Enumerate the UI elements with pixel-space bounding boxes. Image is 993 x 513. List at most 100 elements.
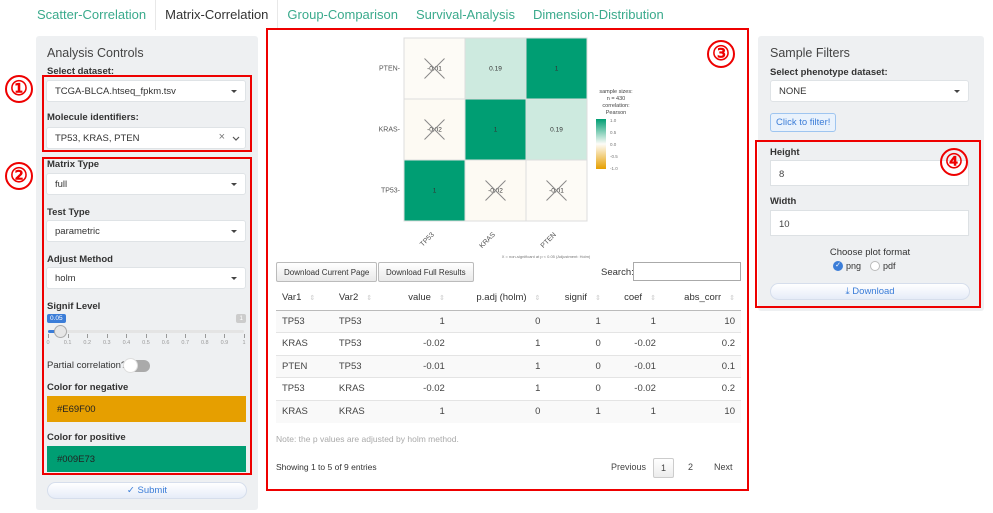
search-input[interactable] <box>633 262 741 281</box>
heatmap-cell-label: 0.19 <box>489 66 502 73</box>
column-header[interactable]: signif ⇕ <box>546 286 607 311</box>
table-cell: 0 <box>546 354 607 378</box>
table-cell: TP53 <box>332 309 390 333</box>
column-header[interactable]: abs_corr ⇕ <box>661 286 741 311</box>
dataset-select[interactable]: TCGA-BLCA.htseq_fpkm.tsv <box>46 80 246 102</box>
pos-color-picker[interactable]: #009E73 <box>47 446 246 472</box>
table-cell: TP53 <box>332 354 390 378</box>
tab-survival-analysis[interactable]: Survival-Analysis <box>407 0 524 30</box>
pagination-page-1[interactable]: 1 <box>653 458 675 478</box>
slider-ticks: 0 0.1 0.2 0.3 0.4 0.5 0.6 0.7 0.8 0.9 1 <box>46 334 246 350</box>
matrix-type-select[interactable]: full <box>46 173 246 195</box>
heatmap-caption: X = non-significant at p < 0.05 (Adjustm… <box>502 254 591 259</box>
molecule-value: TP53, KRAS, PTEN <box>55 133 140 144</box>
download-full-results-button[interactable]: Download Full Results <box>378 262 474 282</box>
results-table: Var1 ⇕ Var2 ⇕ value ⇕ p.adj (holm) ⇕ signif ⇕ coef… <box>276 286 741 423</box>
neg-color-label: Color for negative <box>47 382 129 393</box>
column-header[interactable]: Var1 ⇕ <box>276 286 333 311</box>
table-cell: KRAS <box>276 399 333 423</box>
y-axis-tick-label: PTEN- <box>379 66 401 73</box>
tab-dimension-distribution[interactable]: Dimension-Distribution <box>524 0 673 30</box>
phenotype-label: Select phenotype dataset: <box>770 67 888 78</box>
legend-tick-label: 0.0 <box>610 142 617 147</box>
table-cell: 0.1 <box>661 354 741 378</box>
slider-tick-label: 0.4 <box>122 340 131 346</box>
sort-icon: ⇕ <box>650 295 656 303</box>
width-label: Width <box>770 196 797 207</box>
download-icon: ⤓ <box>845 286 850 297</box>
test-type-select[interactable]: parametric <box>46 220 246 242</box>
neg-color-picker[interactable]: #E69F00 <box>47 396 246 422</box>
signif-level-label: Signif Level <box>47 301 101 312</box>
download-current-page-button[interactable]: Download Current Page <box>276 262 378 282</box>
table-row: PTEN TP53 -0.01 1 0 -0.01 0.1 <box>276 354 741 378</box>
pagination-page-2[interactable]: 2 <box>681 458 700 476</box>
legend-tick-label: -0.5 <box>610 154 618 159</box>
tab-matrix-correlation[interactable]: Matrix-Correlation <box>155 0 279 30</box>
legend-tick-label: -1.0 <box>610 166 618 171</box>
legend-tick-label: 0.5 <box>610 130 617 135</box>
column-header[interactable]: value ⇕ <box>389 286 451 311</box>
signif-slider[interactable]: 0.05 1 0 0.1 0.2 0.3 0.4 0.5 0.6 0.7 0.8 0.9 1 <box>46 314 246 350</box>
phenotype-value: NONE <box>779 86 807 97</box>
table-cell: 0 <box>450 399 547 423</box>
phenotype-select[interactable]: NONE <box>770 80 969 102</box>
legend-title: sample sizes: <box>599 89 633 95</box>
submit-button[interactable]: ✓ Submit <box>47 482 247 499</box>
caret-down-icon <box>231 277 237 280</box>
dataset-value: TCGA-BLCA.htseq_fpkm.tsv <box>55 86 176 97</box>
annotation-number-4: ④ <box>940 148 968 176</box>
column-header[interactable]: p.adj (holm) ⇕ <box>450 286 547 311</box>
sort-icon: ⇕ <box>366 295 373 303</box>
pagination-next[interactable]: Next <box>707 458 740 476</box>
adjust-method-select[interactable]: holm <box>46 267 246 289</box>
molecule-select[interactable]: TP53, KRAS, PTEN × <box>46 127 246 149</box>
sort-icon: ⇕ <box>594 295 601 303</box>
table-row: TP53 KRAS -0.02 1 0 -0.02 0.2 <box>276 377 741 400</box>
table-cell: KRAS <box>276 332 333 355</box>
slider-max-badge: 1 <box>236 314 246 323</box>
table-cell: -0.01 <box>606 354 662 378</box>
table-cell: 1 <box>546 399 607 423</box>
table-cell: TP53 <box>332 332 390 355</box>
click-to-filter-button[interactable]: Click to filter! <box>770 113 837 132</box>
slider-tick-label: 0.5 <box>142 340 150 346</box>
table-cell: TP53 <box>276 377 333 400</box>
slider-value-badge: 0.05 <box>47 314 66 323</box>
matrix-type-value: full <box>55 179 68 190</box>
clear-icon[interactable]: × <box>219 131 225 143</box>
column-header[interactable]: coef ⇕ <box>606 286 662 311</box>
slider-tick-label: 0.6 <box>161 340 170 346</box>
table-cell: 1 <box>606 309 662 333</box>
radio-pdf[interactable] <box>870 261 881 271</box>
table-cell: 1 <box>450 332 547 355</box>
slider-tick <box>106 334 108 338</box>
dataset-label: Select dataset: <box>47 66 115 77</box>
column-header[interactable]: Var2 ⇕ <box>332 286 390 311</box>
pagination-previous[interactable]: Previous <box>604 458 653 476</box>
table-cell: PTEN <box>276 354 333 378</box>
slider-tick <box>244 334 245 338</box>
legend-title: n = 430 <box>607 96 626 102</box>
correlation-heatmap: -0.010.191-0.0210.191-0.02-0.01PTEN-KRAS… <box>379 37 633 259</box>
slider-tick <box>185 334 187 338</box>
table-cell: 0.2 <box>661 377 741 400</box>
tab-group-comparison[interactable]: Group-Comparison <box>278 0 407 30</box>
table-cell: 1 <box>450 377 547 400</box>
annotation-number-1: ① <box>5 75 33 103</box>
sort-icon: ⇕ <box>309 295 316 303</box>
legend-title: correlation: <box>602 103 630 109</box>
download-button[interactable]: ⤓ Download <box>770 283 970 300</box>
tab-scatter-correlation[interactable]: Scatter-Correlation <box>28 0 155 30</box>
table-info: Showing 1 to 5 of 9 entries <box>276 462 377 472</box>
radio-png[interactable]: ✓ <box>833 261 843 271</box>
sample-filters-title: Sample Filters <box>770 46 850 60</box>
width-input[interactable]: 10 <box>770 210 969 236</box>
plot-format-label: Choose plot format <box>829 247 911 258</box>
partial-correlation-toggle[interactable] <box>123 358 150 373</box>
y-axis-tick-label: KRAS- <box>379 127 401 134</box>
table-header-row: Var1 ⇕ Var2 ⇕ value ⇕ p.adj (holm) ⇕ signif ⇕ coef… <box>276 286 741 311</box>
table-row: KRAS KRAS 1 0 1 1 10 <box>276 399 741 423</box>
chevron-down-icon[interactable] <box>232 136 240 142</box>
slider-tick <box>67 334 69 338</box>
